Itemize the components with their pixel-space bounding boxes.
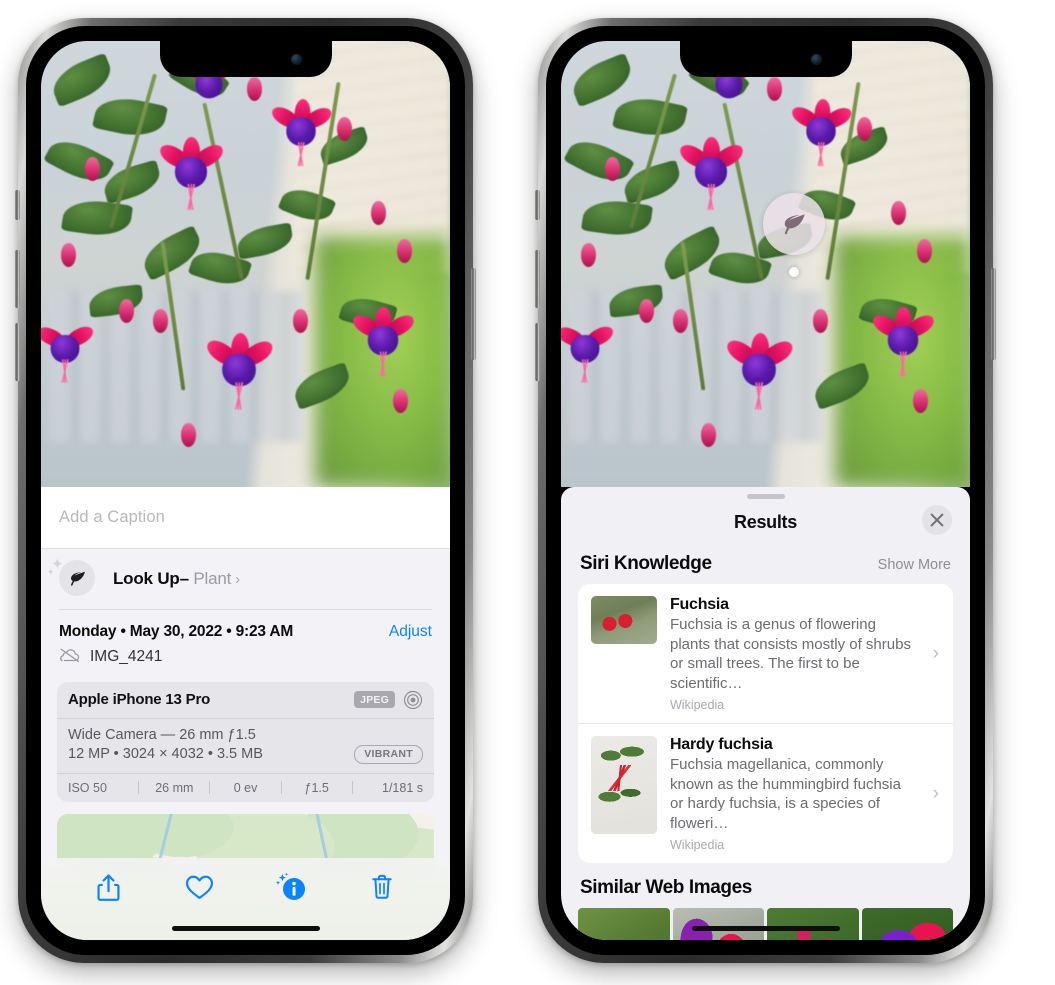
- leaf-icon: [59, 560, 95, 596]
- device-name: Apple iPhone 13 Pro: [68, 691, 211, 708]
- web-image-1[interactable]: [578, 908, 670, 940]
- volume-up-button[interactable]: [15, 250, 20, 308]
- chevron-right-icon: ›: [235, 571, 240, 588]
- device-bezel: Results Siri Knowledge Show More Fuchsia…: [546, 26, 985, 955]
- exif-shutter: 1/181 s: [382, 780, 424, 795]
- result-description: Fuchsia is a genus of flowering plants t…: [670, 616, 911, 692]
- result-source: Wikipedia: [670, 698, 725, 712]
- leaf-icon: [763, 193, 825, 255]
- result-title: Hardy fuchsia: [670, 736, 773, 753]
- photo-viewer[interactable]: [41, 41, 450, 487]
- iphone-right-device: Results Siri Knowledge Show More Fuchsia…: [535, 18, 996, 963]
- look-up-label-group: Look Up– Plant ›: [113, 569, 240, 589]
- show-more-button[interactable]: Show More: [878, 557, 951, 573]
- lens-info: Wide Camera — 26 mm ƒ1.5: [68, 726, 256, 743]
- volume-down-button[interactable]: [535, 323, 540, 381]
- exif-row: ISO 50 26 mm 0 ev ƒ1.5 1/181 s: [57, 772, 434, 802]
- siri-knowledge-title: Siri Knowledge: [580, 553, 712, 574]
- web-image-2[interactable]: [672, 908, 764, 940]
- side-power-button[interactable]: [991, 268, 996, 360]
- results-sheet: Results Siri Knowledge Show More Fuchsia…: [561, 487, 970, 940]
- front-camera: [810, 54, 822, 65]
- iphone-left-device: Add a Caption ✦ ✦ Look Up– Plant › Monda…: [15, 18, 476, 963]
- caption-input[interactable]: Add a Caption: [59, 508, 165, 527]
- screenshot-canvas: Add a Caption ✦ ✦ Look Up– Plant › Monda…: [0, 0, 1055, 985]
- chevron-right-icon: ›: [932, 782, 939, 804]
- screen-left: Add a Caption ✦ ✦ Look Up– Plant › Monda…: [41, 41, 450, 940]
- visual-look-up-anchor-dot: [789, 267, 799, 277]
- metadata-header-right: JPEG: [354, 690, 423, 710]
- delete-button[interactable]: [365, 870, 399, 904]
- image-specs: 12 MP • 3024 × 4032 • 3.5 MB: [68, 746, 263, 762]
- device-bezel: Add a Caption ✦ ✦ Look Up– Plant › Monda…: [26, 26, 465, 955]
- list-item-body: Hardy fuchsia Fuchsia magellanica, commo…: [670, 736, 940, 852]
- siri-knowledge-header: Siri Knowledge Show More: [561, 545, 970, 584]
- metadata-body: Wide Camera — 26 mm ƒ1.5 12 MP • 3024 × …: [57, 719, 434, 773]
- screen-right: Results Siri Knowledge Show More Fuchsia…: [561, 41, 970, 940]
- hardy-fuchsia-thumbnail: [591, 736, 657, 834]
- fuchsia-thumbnail: [591, 596, 657, 644]
- notch-right: [679, 41, 852, 77]
- fuchsia-photo: [41, 41, 450, 487]
- volume-down-button[interactable]: [15, 323, 20, 381]
- exif-ev: 0 ev: [233, 780, 258, 795]
- list-item[interactable]: Hardy fuchsia Fuchsia magellanica, commo…: [578, 723, 953, 863]
- look-up-separator: –: [179, 569, 189, 588]
- photo-info-sheet: Add a Caption ✦ ✦ Look Up– Plant › Monda…: [41, 487, 450, 940]
- close-icon: [930, 513, 944, 527]
- sparkle-small-icon: ✦: [47, 567, 55, 577]
- result-source: Wikipedia: [670, 838, 725, 852]
- result-description: Fuchsia magellanica, commonly known as t…: [670, 756, 901, 832]
- web-image-3[interactable]: [767, 908, 859, 940]
- chevron-right-icon: ›: [932, 642, 939, 664]
- exif-aperture: ƒ1.5: [304, 780, 329, 795]
- siri-knowledge-card: Fuchsia Fuchsia is a genus of flowering …: [578, 584, 953, 863]
- results-header: Results: [561, 499, 970, 545]
- result-title: Fuchsia: [670, 596, 729, 613]
- metadata-header: Apple iPhone 13 Pro JPEG: [57, 682, 434, 719]
- capture-date: Monday • May 30, 2022 • 9:23 AM: [59, 622, 294, 640]
- look-up-subject: Plant: [193, 569, 232, 588]
- mute-switch[interactable]: [15, 190, 20, 220]
- photographic-style-badge: VIBRANT: [354, 744, 423, 764]
- metadata-card[interactable]: Apple iPhone 13 Pro JPEG Wide Camera — 2…: [57, 681, 434, 802]
- volume-up-button[interactable]: [535, 250, 540, 308]
- side-power-button[interactable]: [471, 268, 476, 360]
- fuchsia-photo: [561, 41, 970, 487]
- home-indicator[interactable]: [171, 926, 320, 931]
- format-badge: JPEG: [354, 691, 395, 708]
- list-item-body: Fuchsia Fuchsia is a genus of flowering …: [670, 596, 940, 712]
- notch-left: [159, 41, 332, 77]
- similar-web-images-header: Similar Web Images: [561, 863, 970, 906]
- exif-iso: ISO 50: [68, 780, 107, 795]
- share-button[interactable]: [92, 870, 126, 904]
- camera-lens-icon: [403, 690, 423, 710]
- file-row: IMG_4241: [41, 641, 450, 668]
- close-button[interactable]: [922, 505, 952, 535]
- date-row: Monday • May 30, 2022 • 9:23 AM Adjust: [41, 610, 450, 641]
- adjust-button[interactable]: Adjust: [389, 623, 432, 641]
- favorite-button[interactable]: [183, 870, 217, 904]
- specs-row: 12 MP • 3024 × 4032 • 3.5 MB VIBRANT: [68, 744, 423, 764]
- mute-switch[interactable]: [535, 190, 540, 220]
- look-up-row[interactable]: ✦ ✦ Look Up– Plant ›: [41, 549, 450, 609]
- cloud-slash-icon: [59, 647, 81, 668]
- results-title: Results: [734, 511, 797, 532]
- web-image-4[interactable]: [861, 908, 953, 940]
- photo-viewer[interactable]: [561, 41, 970, 487]
- similar-web-images-title: Similar Web Images: [580, 877, 752, 898]
- similar-web-images-strip: [561, 908, 970, 940]
- list-item[interactable]: Fuchsia Fuchsia is a genus of flowering …: [578, 584, 953, 723]
- visual-look-up-badge[interactable]: [763, 193, 825, 277]
- caption-row[interactable]: Add a Caption: [41, 487, 450, 549]
- look-up-label: Look Up: [113, 569, 180, 588]
- front-camera: [290, 54, 302, 65]
- file-name: IMG_4241: [90, 648, 163, 665]
- look-up-icon-group: ✦ ✦: [47, 556, 97, 598]
- info-button[interactable]: [274, 870, 308, 904]
- home-indicator[interactable]: [691, 926, 840, 931]
- exif-focal: 26 mm: [155, 780, 194, 795]
